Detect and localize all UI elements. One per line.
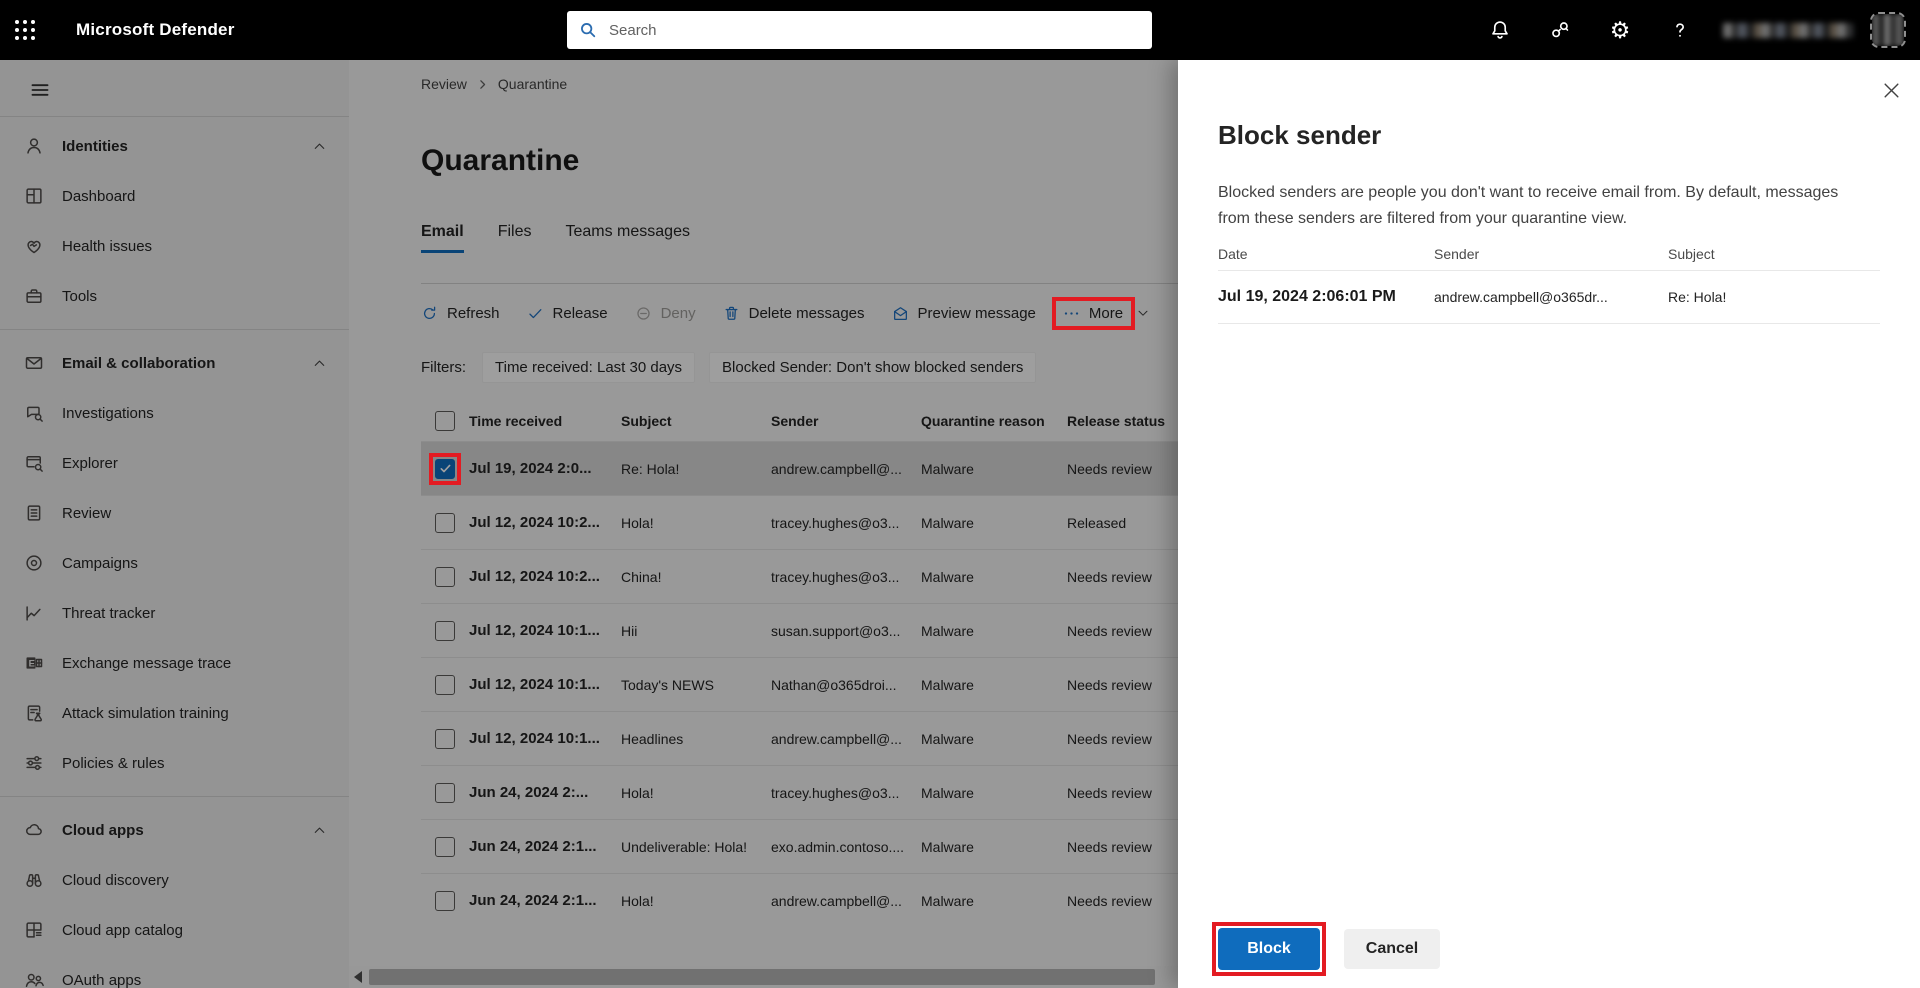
search-icon <box>579 21 597 39</box>
app-launcher-button[interactable] <box>0 0 50 60</box>
bell-icon <box>1489 19 1511 41</box>
avatar[interactable] <box>1870 12 1906 48</box>
panel-column-sender: Sender <box>1434 246 1480 262</box>
topbar: Microsoft Defender ⚙ <box>0 0 1920 60</box>
topbar-actions: ⚙ <box>1470 0 1920 60</box>
panel-column-date: Date <box>1218 246 1248 262</box>
user-name-blurred <box>1723 22 1853 38</box>
panel-cell-subject: Re: Hola! <box>1668 289 1727 305</box>
app-title: Microsoft Defender <box>76 20 235 39</box>
community-button[interactable] <box>1530 0 1590 60</box>
panel-cell-date: Jul 19, 2024 2:06:01 PM <box>1218 288 1396 305</box>
help-button[interactable] <box>1650 0 1710 60</box>
panel-actions: Block Cancel <box>1212 922 1440 976</box>
block-button[interactable]: Block <box>1218 928 1320 970</box>
waffle-icon <box>15 20 35 40</box>
panel-description: Blocked senders are people you don't wan… <box>1218 184 1839 227</box>
panel-table: Date Sender Subject Jul 19, 2024 2:06:01… <box>1218 238 1880 324</box>
help-icon <box>1669 19 1691 41</box>
panel-table-row: Jul 19, 2024 2:06:01 PM andrew.campbell@o… <box>1218 270 1880 324</box>
panel-title: Block sender <box>1218 120 1382 150</box>
panel-cell-sender: andrew.campbell@o365dr... <box>1434 289 1608 305</box>
cancel-button[interactable]: Cancel <box>1344 929 1440 969</box>
community-icon <box>1549 19 1571 41</box>
gear-button[interactable]: ⚙ <box>1590 0 1650 60</box>
panel-column-subject: Subject <box>1668 246 1715 262</box>
bell-button[interactable] <box>1470 0 1530 60</box>
search-input[interactable] <box>607 20 1140 40</box>
search-box[interactable] <box>567 11 1152 49</box>
dim-overlay <box>0 60 1178 988</box>
panel-table-header: Date Sender Subject <box>1218 238 1880 270</box>
close-icon[interactable] <box>1881 80 1902 101</box>
gear-icon: ⚙ <box>1609 16 1631 43</box>
block-sender-panel: Block sender Blocked senders are people … <box>1178 60 1920 988</box>
